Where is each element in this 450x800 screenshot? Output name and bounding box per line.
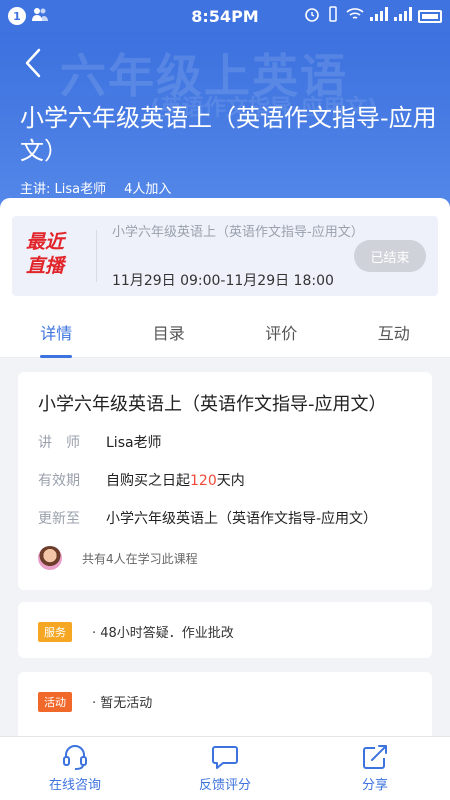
chevron-left-icon bbox=[25, 48, 41, 78]
tab-reviews[interactable]: 评价 bbox=[225, 306, 338, 357]
tab-interaction[interactable]: 互动 bbox=[338, 306, 450, 357]
live-title: 小学六年级英语上（英语作文指导-应用文） bbox=[112, 225, 364, 240]
teacher-label: 主讲: Lisa老师 bbox=[20, 182, 107, 197]
update-row: 更新至 小学六年级英语上（英语作文指导-应用文） bbox=[38, 511, 378, 527]
tab-catalog[interactable]: 目录 bbox=[113, 306, 226, 357]
detail-title: 小学六年级英语上（英语作文指导-应用文） bbox=[38, 394, 387, 415]
enrolled-count: 4人加入 bbox=[124, 182, 172, 197]
status-bar: 1 8:54PM bbox=[0, 0, 450, 32]
divider bbox=[96, 230, 97, 282]
feedback-button[interactable]: 反馈评分 bbox=[150, 737, 300, 800]
validity-days: 120 bbox=[190, 473, 217, 489]
user-icon bbox=[32, 7, 48, 25]
activity-tag: 活动 bbox=[38, 692, 72, 712]
course-hero: 六年级上英语 (英语作文指导-应用文) 小学六年级英语上（英语作文指导-应用文）… bbox=[0, 32, 450, 207]
live-card[interactable]: 最近 直播 小学六年级英语上（英语作文指导-应用文） 11月29日 09:00-… bbox=[12, 216, 438, 296]
wifi-icon bbox=[346, 7, 364, 25]
share-icon bbox=[363, 745, 387, 769]
service-card: 服务 · 48小时答疑．作业批改 bbox=[18, 602, 432, 658]
service-tag: 服务 bbox=[38, 622, 72, 642]
battery-icon bbox=[418, 9, 442, 23]
share-label: 分享 bbox=[361, 778, 388, 793]
course-panel: 最近 直播 小学六年级英语上（英语作文指导-应用文） 11月29日 09:00-… bbox=[0, 198, 450, 358]
feedback-label: 反馈评分 bbox=[198, 778, 251, 793]
bottom-nav: 在线咨询 反馈评分 分享 bbox=[0, 736, 450, 800]
live-status-button[interactable]: 已结束 bbox=[354, 240, 426, 272]
validity-row: 有效期 自购买之日起120天内 bbox=[38, 473, 245, 489]
service-text: · 48小时答疑．作业批改 bbox=[92, 626, 234, 641]
signal-icon-2 bbox=[394, 7, 412, 25]
consult-label: 在线咨询 bbox=[48, 778, 101, 793]
course-meta: 主讲: Lisa老师 4人加入 bbox=[20, 178, 171, 197]
vibrate-icon bbox=[326, 6, 340, 26]
share-button[interactable]: 分享 bbox=[300, 737, 450, 800]
learners-row: 共有4人在学习此课程 bbox=[38, 546, 198, 570]
activity-card: 活动 · 暂无活动 bbox=[18, 672, 432, 742]
chat-bubble-icon bbox=[212, 746, 238, 769]
tab-details[interactable]: 详情 bbox=[0, 306, 113, 358]
tab-bar: 详情 目录 评价 互动 bbox=[0, 306, 450, 358]
consult-button[interactable]: 在线咨询 bbox=[0, 737, 150, 800]
alarm-icon bbox=[304, 6, 320, 26]
live-time: 11月29日 09:00-11月29日 18:00 bbox=[112, 273, 334, 289]
live-badge: 最近 直播 bbox=[26, 231, 65, 277]
activity-text: · 暂无活动 bbox=[92, 696, 153, 711]
avatar bbox=[38, 546, 62, 570]
course-title: 小学六年级英语上（英语作文指导-应用文） bbox=[20, 104, 437, 165]
signal-icon bbox=[370, 7, 388, 25]
notification-count-badge: 1 bbox=[8, 7, 26, 25]
course-detail-card: 小学六年级英语上（英语作文指导-应用文） 讲 师 Lisa老师 有效期 自购买之… bbox=[18, 372, 432, 590]
headset-icon bbox=[63, 745, 87, 770]
teacher-row: 讲 师 Lisa老师 bbox=[38, 435, 162, 451]
back-button[interactable] bbox=[18, 48, 48, 78]
